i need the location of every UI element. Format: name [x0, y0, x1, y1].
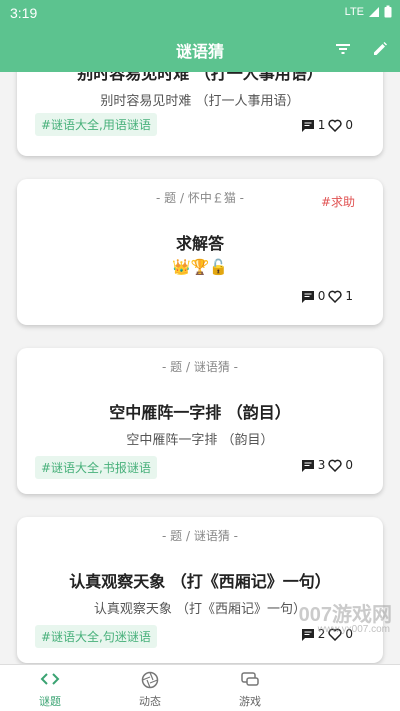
- comment-icon[interactable]: [301, 119, 315, 132]
- signal-icon: [369, 6, 379, 17]
- aperture-icon: [141, 671, 159, 689]
- comment-count: 0: [317, 289, 326, 303]
- comment-count: 3: [317, 458, 326, 472]
- filter-icon: [336, 44, 350, 54]
- riddle-feed[interactable]: 别时容易见时难 （打一人事用语） 别时容易见时难 （打一人事用语） #谜语大全,…: [0, 72, 400, 664]
- heart-icon[interactable]: [328, 290, 342, 303]
- riddle-title: 别时容易见时难 （打一人事用语）: [77, 72, 323, 83]
- gamepad-icon: [241, 672, 259, 686]
- heart-icon[interactable]: [328, 119, 342, 132]
- card-stats: 0 1: [301, 289, 353, 303]
- like-count: 0: [345, 458, 353, 472]
- nav-label: 游戏: [239, 695, 261, 708]
- card-stats: 1 0: [301, 118, 353, 132]
- comment-icon[interactable]: [301, 459, 315, 472]
- riddle-title: 认真观察天象 （打《西厢记》一句）: [69, 572, 331, 591]
- network-label: LTE: [344, 5, 364, 18]
- riddle-meta: - 题 / 谜语猜 -: [162, 529, 238, 543]
- riddle-meta: - 题 / 谜语猜 -: [162, 360, 238, 374]
- like-count: 0: [345, 118, 353, 132]
- status-bar: 3:19 LTE: [0, 0, 400, 26]
- riddle-subtitle: 别时容易见时难 （打一人事用语）: [100, 94, 300, 109]
- bottom-nav: 谜题 动态 游戏: [0, 664, 400, 711]
- riddle-card[interactable]: - 题 / 谜语猜 - 认真观察天象 （打《西厢记》一句） 认真观察天象 （打《…: [17, 517, 383, 663]
- nav-label: 动态: [139, 695, 161, 708]
- riddle-title: 空中雁阵一字排 （韵目）: [109, 403, 291, 422]
- emoji-line: 👑🏆🔓: [171, 258, 229, 276]
- help-badge[interactable]: #求助: [321, 193, 355, 210]
- filter-button[interactable]: [331, 37, 355, 61]
- pencil-icon: [374, 42, 387, 55]
- edit-button[interactable]: [368, 37, 392, 61]
- battery-icon: [384, 5, 392, 18]
- nav-label: 谜题: [39, 695, 61, 708]
- riddle-tag[interactable]: #谜语大全,用语谜语: [35, 113, 157, 136]
- riddle-card[interactable]: - 题 / 谜语猜 - 空中雁阵一字排 （韵目） 空中雁阵一字排 （韵目） #谜…: [17, 348, 383, 494]
- watermark-url: www.yx007.com: [317, 624, 390, 635]
- nav-item-feed[interactable]: 动态: [110, 665, 190, 711]
- riddle-tag[interactable]: #谜语大全,句迷谜语: [35, 625, 157, 648]
- riddle-tag[interactable]: #谜语大全,书报谜语: [35, 456, 157, 479]
- nav-item-riddles[interactable]: 谜题: [10, 665, 90, 711]
- riddle-card[interactable]: 别时容易见时难 （打一人事用语） 别时容易见时难 （打一人事用语） #谜语大全,…: [17, 72, 383, 156]
- riddle-subtitle: 空中雁阵一字排 （韵目）: [126, 433, 274, 448]
- riddle-card[interactable]: - 题 / 怀中￡猫 - #求助 求解答 👑🏆🔓 0 1: [17, 179, 383, 325]
- heart-icon[interactable]: [328, 459, 342, 472]
- watermark-logo: 007游戏网: [298, 604, 392, 626]
- riddle-title: 求解答: [175, 234, 224, 253]
- status-time: 3:19: [10, 5, 38, 21]
- code-brackets-icon: [40, 673, 60, 685]
- status-icons: LTE: [345, 5, 392, 18]
- card-stats: 3 0: [301, 458, 353, 472]
- comment-icon[interactable]: [301, 628, 315, 641]
- comment-icon[interactable]: [301, 290, 315, 303]
- app-bar: 谜语猜: [0, 26, 400, 72]
- comment-count: 1: [317, 118, 326, 132]
- nav-item-games[interactable]: 游戏: [210, 665, 290, 711]
- like-count: 1: [345, 289, 353, 303]
